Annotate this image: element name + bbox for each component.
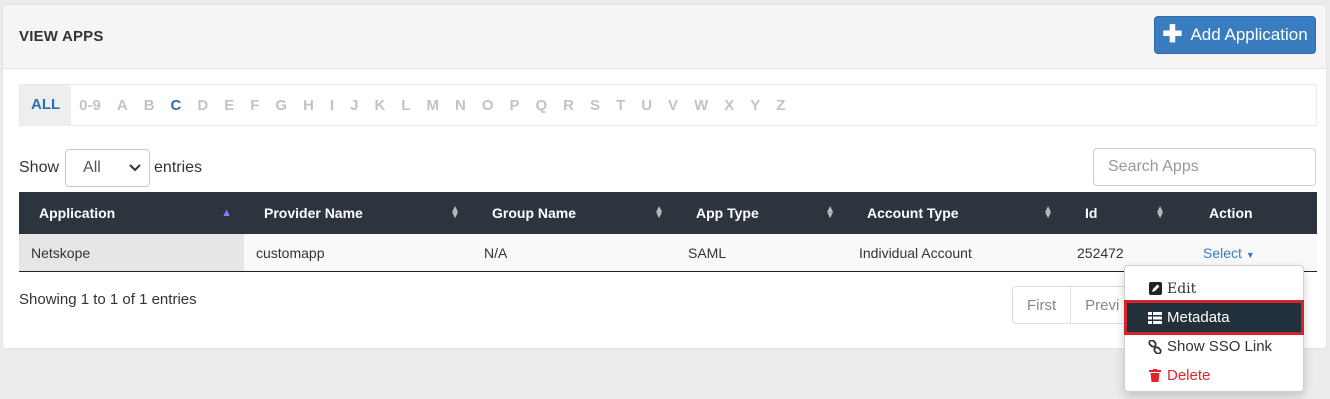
filter-letter-0-9[interactable]: 0-9 xyxy=(71,97,109,114)
filter-letter-d[interactable]: D xyxy=(189,97,216,114)
chevron-down-icon xyxy=(129,164,141,172)
plus-icon: ✚ xyxy=(1162,21,1183,48)
apps-table: Application ▲ Provider Name ▲ ▼ Group Nam… xyxy=(19,192,1317,272)
link-icon xyxy=(1148,339,1162,354)
panel-header: VIEW APPS ✚ Add Application xyxy=(3,5,1326,69)
filter-letter-b[interactable]: B xyxy=(136,97,163,114)
alphabet-filter: ALL 0-9 A B C D E F G H I J K L M N O P Q R S T U V W X Y Z xyxy=(19,84,1317,126)
cell-group: N/A xyxy=(472,234,676,271)
sort-icon: ▲ ▼ xyxy=(825,204,835,221)
cell-provider: customapp xyxy=(244,234,472,271)
menu-item-show-sso-link[interactable]: Show SSO Link xyxy=(1125,332,1303,361)
edit-icon xyxy=(1148,282,1162,296)
entries-label: entries xyxy=(154,159,203,176)
menu-item-label: Delete xyxy=(1167,367,1211,384)
first-page-button[interactable]: First xyxy=(1013,287,1072,323)
menu-item-metadata[interactable]: Metadata xyxy=(1124,300,1304,335)
filter-letter-r[interactable]: R xyxy=(555,97,582,114)
column-account-type[interactable]: Account Type ▲ ▼ xyxy=(847,192,1065,234)
entries-control: Show All entries xyxy=(19,149,202,187)
add-application-button[interactable]: ✚ Add Application xyxy=(1154,16,1316,54)
action-dropdown-menu: Edit Metadata Show SSO Link Delete xyxy=(1124,265,1304,392)
column-label: Group Name xyxy=(492,205,577,221)
select-action-dropdown[interactable]: Select ▼ xyxy=(1203,245,1255,261)
sort-ascending-icon: ▲ xyxy=(221,207,232,219)
sort-icon: ▲ ▼ xyxy=(450,204,460,221)
column-label: Account Type xyxy=(867,205,959,221)
filter-letter-y[interactable]: Y xyxy=(742,97,768,114)
filter-letter-s[interactable]: S xyxy=(582,97,608,114)
menu-item-delete[interactable]: Delete xyxy=(1125,361,1303,390)
filter-letter-m[interactable]: M xyxy=(418,97,447,114)
column-id[interactable]: Id ▲ ▼ xyxy=(1065,192,1177,234)
column-label: Id xyxy=(1085,205,1098,221)
sort-icon: ▲ ▼ xyxy=(1043,204,1053,221)
filter-letter-p[interactable]: P xyxy=(501,97,527,114)
filter-letter-c[interactable]: C xyxy=(163,97,190,114)
table-row: Netskope customapp N/A SAML Individual A… xyxy=(19,234,1317,272)
table-icon xyxy=(1148,311,1162,325)
table-info: Showing 1 to 1 of 1 entries xyxy=(19,291,197,308)
filter-letter-u[interactable]: U xyxy=(633,97,660,114)
pagination: First Previ xyxy=(1012,286,1136,324)
entries-select[interactable]: All xyxy=(65,149,151,187)
menu-item-label: Show SSO Link xyxy=(1167,338,1273,355)
caret-down-icon: ▼ xyxy=(1245,249,1255,260)
filter-letter-v[interactable]: V xyxy=(660,97,686,114)
column-label: Application xyxy=(39,205,116,221)
page-title: VIEW APPS xyxy=(19,28,104,45)
entries-select-value: All xyxy=(83,159,101,176)
filter-letter-f[interactable]: F xyxy=(242,97,267,114)
filter-letter-l[interactable]: L xyxy=(393,97,418,114)
filter-letter-w[interactable]: W xyxy=(686,97,716,114)
filter-all[interactable]: ALL xyxy=(20,85,72,125)
filter-letter-h[interactable]: H xyxy=(295,97,322,114)
column-label: App Type xyxy=(696,205,759,221)
column-app-type[interactable]: App Type ▲ ▼ xyxy=(676,192,847,234)
sort-icon: ▲ ▼ xyxy=(654,204,664,221)
column-label: Action xyxy=(1209,205,1253,221)
column-group-name[interactable]: Group Name ▲ ▼ xyxy=(472,192,676,234)
filter-letter-i[interactable]: I xyxy=(322,97,342,114)
filter-letter-x[interactable]: X xyxy=(716,97,742,114)
select-label: Select xyxy=(1203,244,1242,261)
search-apps-input[interactable] xyxy=(1093,148,1316,186)
trash-icon xyxy=(1148,369,1162,383)
column-label: Provider Name xyxy=(264,205,363,221)
filter-letter-q[interactable]: Q xyxy=(528,97,556,114)
column-action: Action xyxy=(1177,192,1317,234)
menu-item-label: Metadata xyxy=(1167,309,1230,326)
filter-letter-j[interactable]: J xyxy=(342,97,366,114)
filter-letter-t[interactable]: T xyxy=(608,97,633,114)
filter-letter-o[interactable]: O xyxy=(474,97,502,114)
column-application[interactable]: Application ▲ xyxy=(19,192,244,234)
table-header: Application ▲ Provider Name ▲ ▼ Group Nam… xyxy=(19,192,1317,234)
filter-letter-n[interactable]: N xyxy=(447,97,474,114)
sort-icon: ▲ ▼ xyxy=(1155,204,1165,221)
filter-letter-e[interactable]: E xyxy=(216,97,242,114)
filter-letter-a[interactable]: A xyxy=(109,97,136,114)
menu-item-edit[interactable]: Edit xyxy=(1125,274,1303,303)
cell-app-type: SAML xyxy=(676,234,847,271)
filter-letter-z[interactable]: Z xyxy=(768,97,793,114)
menu-item-label: Edit xyxy=(1167,280,1197,297)
show-label: Show xyxy=(19,159,60,176)
filter-letter-g[interactable]: G xyxy=(267,97,295,114)
add-application-label: Add Application xyxy=(1190,25,1308,44)
filter-letter-k[interactable]: K xyxy=(366,97,393,114)
cell-application: Netskope xyxy=(19,234,244,271)
cell-account-type: Individual Account xyxy=(847,234,1065,271)
column-provider-name[interactable]: Provider Name ▲ ▼ xyxy=(244,192,472,234)
